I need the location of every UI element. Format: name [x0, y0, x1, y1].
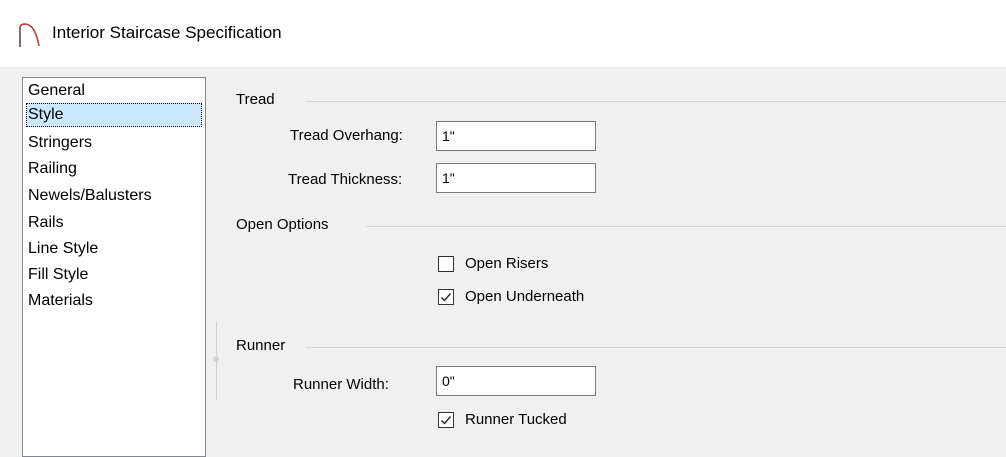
- tread-group: Tread: [236, 91, 1006, 113]
- checkmark-icon: [441, 416, 452, 425]
- staircase-specification-dialog: Interior Staircase Specification General…: [0, 0, 1006, 457]
- runner-tucked-label[interactable]: Runner Tucked: [465, 411, 567, 428]
- staircase-arc-icon: [19, 23, 40, 47]
- runner-group: Runner: [236, 337, 1006, 359]
- tread-thickness-input[interactable]: [436, 163, 596, 193]
- nav-item-general[interactable]: General: [26, 79, 85, 103]
- category-list[interactable]: General Style Stringers Railing Newels/B…: [22, 77, 206, 457]
- open-options-group: Open Options: [236, 216, 1006, 238]
- runner-tucked-option[interactable]: Runner Tucked: [438, 410, 618, 432]
- nav-item-rails[interactable]: Rails: [26, 211, 64, 235]
- nav-item-style[interactable]: Style: [26, 103, 202, 127]
- nav-item-newels-balusters[interactable]: Newels/Balusters: [26, 184, 152, 208]
- nav-item-materials[interactable]: Materials: [26, 289, 93, 313]
- nav-item-railing[interactable]: Railing: [26, 157, 77, 181]
- open-options-group-label: Open Options: [236, 216, 337, 233]
- nav-item-line-style[interactable]: Line Style: [26, 237, 98, 261]
- tread-group-label: Tread: [236, 91, 283, 108]
- runner-group-label: Runner: [236, 337, 294, 354]
- window-title: Interior Staircase Specification: [52, 23, 282, 42]
- group-divider: [306, 347, 1006, 348]
- runner-width-input[interactable]: [436, 366, 596, 396]
- open-underneath-checkbox[interactable]: [438, 289, 454, 305]
- open-risers-option[interactable]: Open Risers: [438, 254, 598, 276]
- checkmark-icon: [441, 293, 452, 302]
- title-bar[interactable]: Interior Staircase Specification: [0, 0, 1006, 68]
- group-divider: [366, 226, 1006, 227]
- runner-tucked-checkbox[interactable]: [438, 412, 454, 428]
- open-underneath-label[interactable]: Open Underneath: [465, 288, 584, 305]
- nav-item-fill-style[interactable]: Fill Style: [26, 263, 88, 287]
- open-underneath-option[interactable]: Open Underneath: [438, 287, 638, 309]
- tread-overhang-label: Tread Overhang:: [290, 127, 403, 144]
- nav-item-stringers[interactable]: Stringers: [26, 131, 92, 155]
- tread-thickness-label: Tread Thickness:: [288, 171, 403, 188]
- open-risers-label[interactable]: Open Risers: [465, 255, 548, 272]
- splitter-grip[interactable]: [213, 356, 219, 362]
- open-risers-checkbox[interactable]: [438, 256, 454, 272]
- tread-overhang-input[interactable]: [436, 121, 596, 151]
- group-divider: [306, 101, 1006, 102]
- runner-width-label: Runner Width:: [293, 376, 389, 393]
